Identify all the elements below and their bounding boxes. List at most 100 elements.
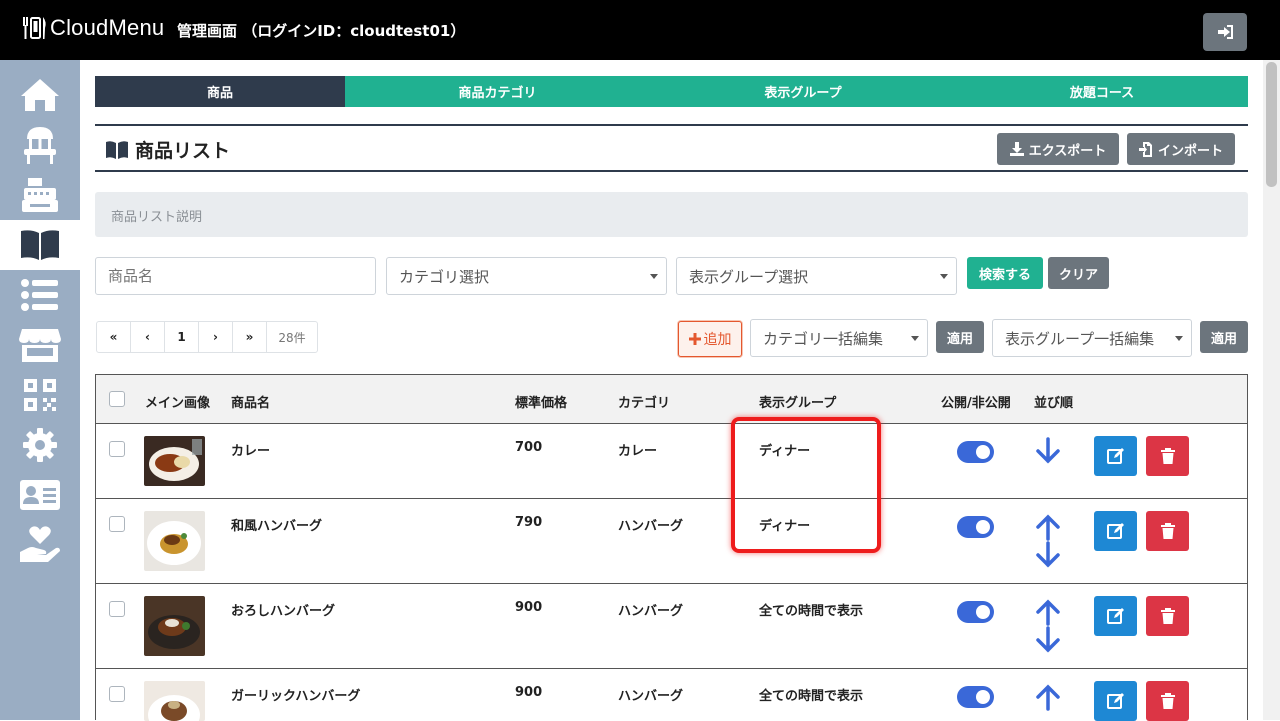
delete-button[interactable] [1146, 681, 1189, 721]
product-image [144, 681, 205, 721]
category-bulk-select[interactable]: カテゴリ一括編集 [750, 319, 928, 357]
product-group: ディナー [759, 519, 811, 534]
page-title: 商品リスト [105, 136, 230, 163]
edit-button[interactable] [1094, 436, 1137, 476]
id-card-icon [20, 480, 60, 510]
row-checkbox[interactable] [109, 516, 125, 532]
sidebar-item-settings[interactable] [0, 420, 80, 470]
delete-button[interactable] [1146, 596, 1189, 636]
qrcode-icon [24, 379, 56, 411]
book-open-icon [21, 230, 59, 260]
publish-toggle[interactable] [957, 601, 994, 623]
top-bar: CloudMenu 管理画面 （ログインID：cloudtest01） [0, 0, 1280, 60]
product-name[interactable]: おろしハンバーグ [231, 600, 335, 619]
list-icon [21, 279, 58, 311]
brand[interactable]: CloudMenu [22, 14, 164, 42]
section-header: 商品リスト エクスポート インポート [95, 124, 1248, 172]
edit-icon [1106, 523, 1124, 539]
delete-button[interactable] [1146, 436, 1189, 476]
product-name[interactable]: 和風ハンバーグ [231, 515, 322, 534]
sidebar-item-menu[interactable] [0, 220, 80, 270]
book-open-icon [106, 140, 128, 159]
product-name[interactable]: ガーリックハンバーグ [231, 685, 360, 704]
admin-title: 管理画面 （ログインID：cloudtest01） [177, 22, 466, 40]
product-price: 700 [515, 440, 543, 455]
product-table: メイン画像 商品名 標準価格 カテゴリ 表示グループ 公開/非公開 並び順 カレ… [95, 374, 1248, 721]
trash-icon [1160, 448, 1175, 464]
trash-icon [1160, 693, 1175, 709]
product-image [144, 436, 205, 486]
main-tabs: 商品 商品カテゴリ 表示グループ 放題コース [95, 76, 1248, 107]
product-image [144, 596, 205, 656]
publish-toggle[interactable] [957, 441, 994, 463]
sidebar-item-qr[interactable] [0, 370, 80, 420]
logout-button[interactable] [1203, 13, 1247, 51]
sidebar-item-list[interactable] [0, 270, 80, 320]
product-category: カレー [618, 444, 658, 459]
tab-display-groups[interactable]: 表示グループ [650, 76, 956, 107]
first-page-button[interactable]: « [97, 322, 131, 352]
delete-button[interactable] [1146, 511, 1189, 551]
caret-down-icon [911, 336, 919, 341]
product-name[interactable]: カレー [231, 440, 270, 459]
sidebar-item-favorites[interactable] [0, 520, 80, 570]
export-button[interactable]: エクスポート [997, 133, 1119, 165]
row-checkbox[interactable] [109, 686, 125, 702]
sidebar-item-store[interactable] [0, 320, 80, 370]
oroshi-hamburg-image [144, 596, 205, 656]
category-select[interactable]: カテゴリ選択 [386, 257, 667, 295]
select-all-checkbox[interactable] [109, 391, 125, 407]
product-price: 900 [515, 685, 543, 700]
tab-all-you-can-courses[interactable]: 放題コース [956, 76, 1248, 107]
row-checkbox[interactable] [109, 601, 125, 617]
cutlery-phone-icon [23, 17, 46, 39]
arrow-up-icon[interactable] [1035, 683, 1061, 711]
edit-icon [1106, 693, 1124, 709]
import-button[interactable]: インポート [1127, 133, 1235, 165]
arrow-up-icon[interactable] [1035, 598, 1061, 626]
tab-product-categories[interactable]: 商品カテゴリ [345, 76, 650, 107]
caret-down-icon [650, 274, 658, 279]
scrollbar-thumb[interactable] [1266, 62, 1277, 187]
item-count: 28件 [278, 330, 306, 345]
row-checkbox[interactable] [109, 441, 125, 457]
sidebar-item-staff[interactable] [0, 470, 80, 520]
header-group: 表示グループ [759, 396, 837, 411]
sidebar-item-seat[interactable] [0, 120, 80, 170]
search-button[interactable]: 検索する [967, 257, 1043, 289]
arrow-down-icon[interactable] [1035, 626, 1061, 654]
header-image: メイン画像 [145, 396, 211, 411]
edit-button[interactable] [1094, 596, 1137, 636]
next-page-button[interactable]: › [199, 322, 233, 352]
arrow-down-icon[interactable] [1035, 437, 1061, 465]
display-group-select[interactable]: 表示グループ選択 [676, 257, 957, 295]
gear-icon [23, 428, 57, 462]
sidebar-item-home[interactable] [0, 70, 80, 120]
header-publish: 公開/非公開 [941, 396, 1011, 411]
add-button[interactable]: 追加 [678, 321, 742, 357]
clear-button[interactable]: クリア [1048, 257, 1109, 289]
prev-page-button[interactable]: ‹ [131, 322, 165, 352]
product-name-field[interactable] [95, 257, 376, 295]
publish-toggle[interactable] [957, 686, 994, 708]
trash-icon [1160, 523, 1175, 539]
store-icon [19, 329, 61, 362]
page-1-button[interactable]: 1 [165, 322, 199, 352]
tab-products[interactable]: 商品 [95, 76, 345, 107]
edit-icon [1106, 448, 1124, 464]
sidebar [0, 60, 80, 720]
product-name-input[interactable] [108, 267, 375, 285]
arrow-up-icon[interactable] [1035, 513, 1061, 541]
edit-button[interactable] [1094, 511, 1137, 551]
publish-toggle[interactable] [957, 516, 994, 538]
pagination: « ‹ 1 › » 28件 [96, 321, 318, 353]
curry-image [144, 436, 205, 486]
apply-group-button[interactable]: 適用 [1200, 321, 1248, 353]
group-bulk-select[interactable]: 表示グループ一括編集 [992, 319, 1192, 357]
apply-category-button[interactable]: 適用 [936, 321, 984, 353]
last-page-button[interactable]: » [233, 322, 267, 352]
caret-down-icon [940, 274, 948, 279]
sidebar-item-register[interactable] [0, 170, 80, 220]
edit-button[interactable] [1094, 681, 1137, 721]
arrow-down-icon[interactable] [1035, 541, 1061, 569]
